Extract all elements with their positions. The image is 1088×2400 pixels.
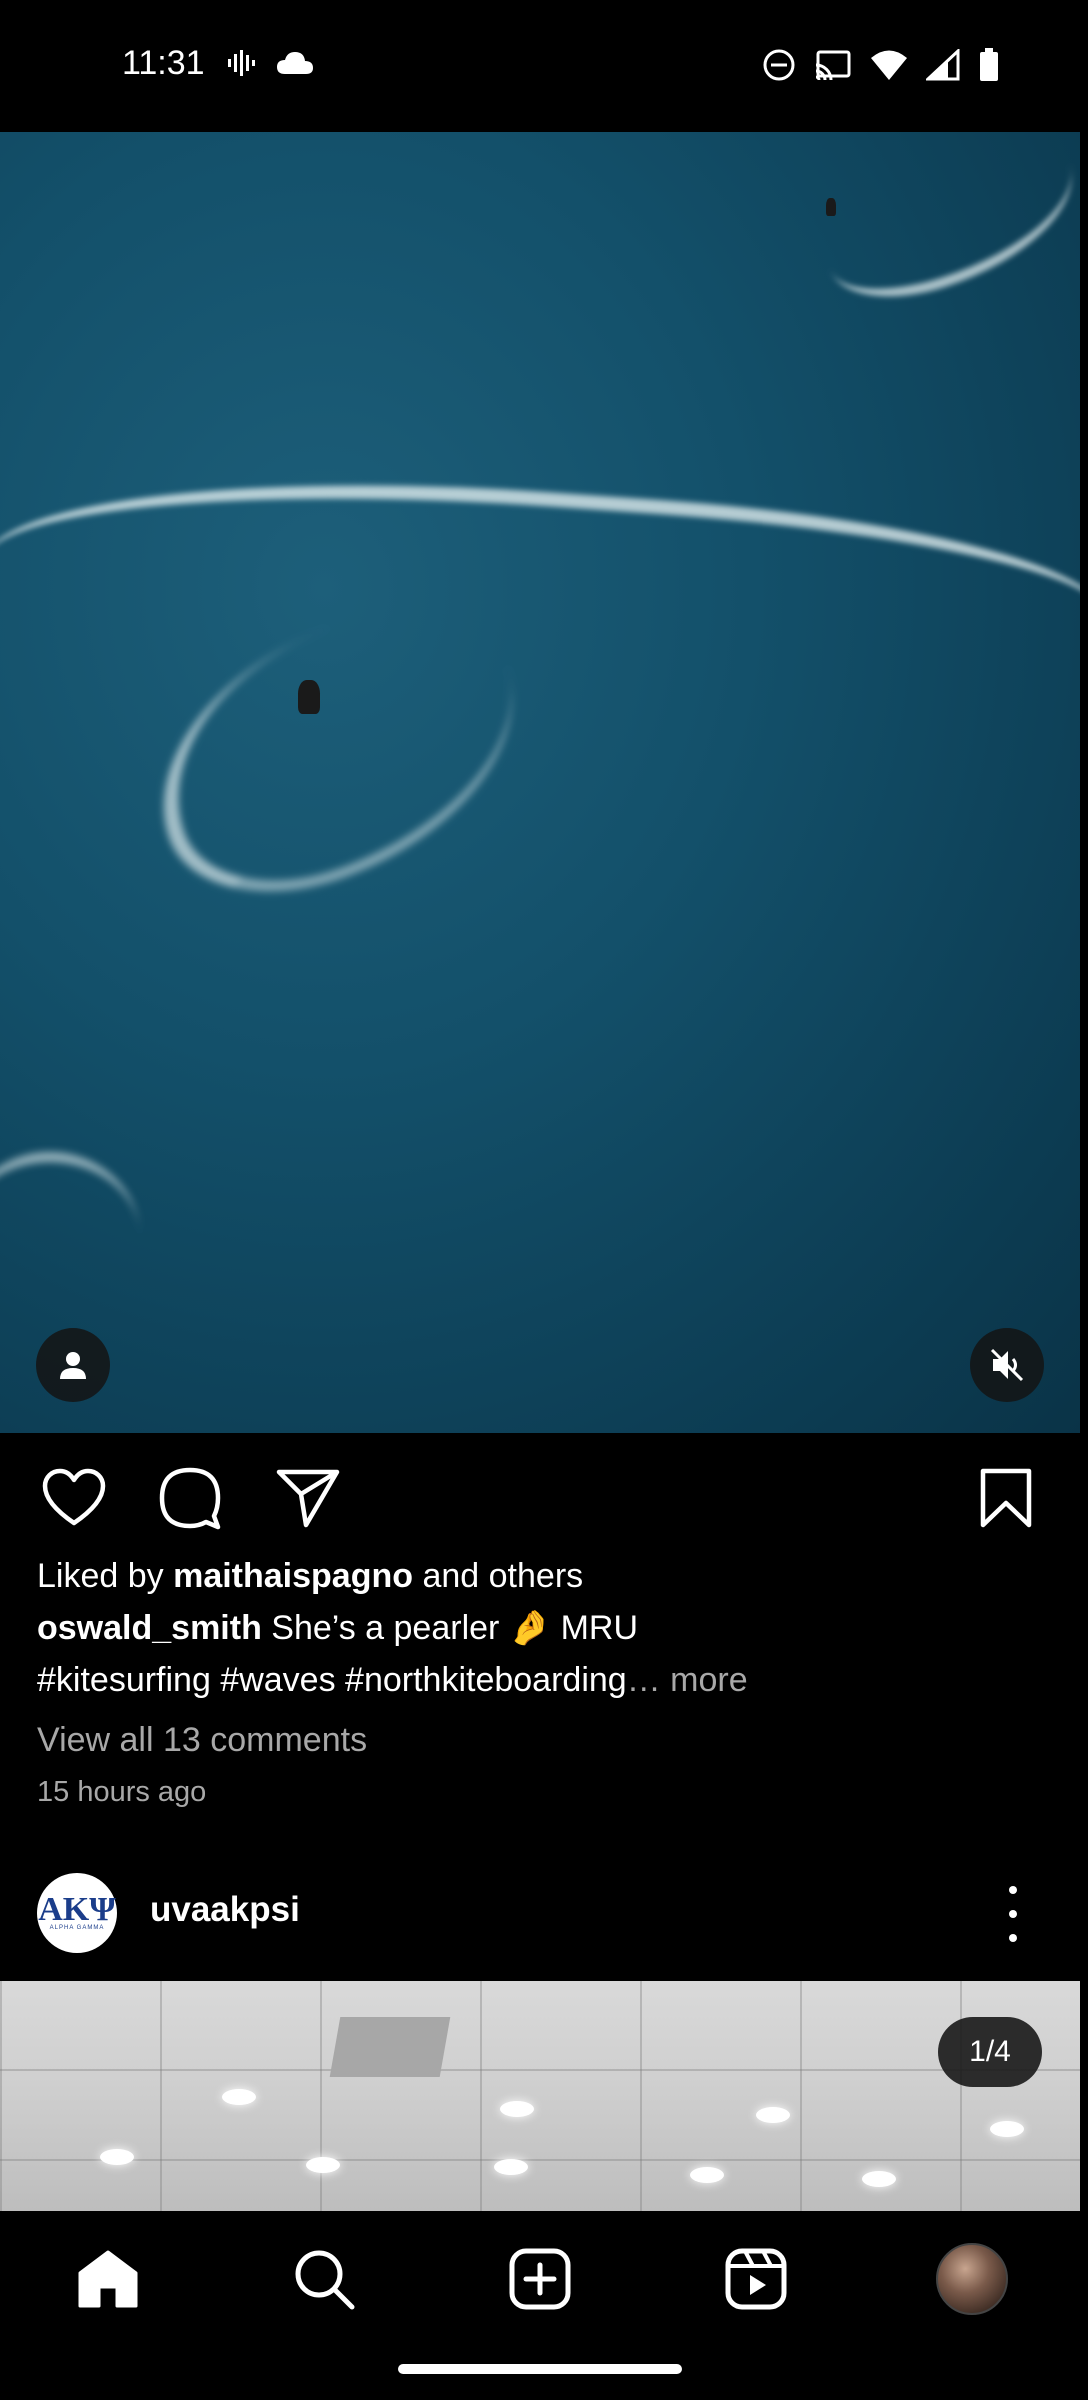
- ceiling-light: [222, 2089, 256, 2105]
- more-dot-icon: [1009, 1886, 1017, 1894]
- wave-crest: [0, 453, 1080, 805]
- ceiling-light: [500, 2101, 534, 2117]
- liked-by-user[interactable]: maithaispagno: [173, 1557, 413, 1595]
- person-icon: [60, 1352, 86, 1379]
- liked-by-line[interactable]: Liked by maithaispagno and others: [37, 1552, 1047, 1604]
- plus-square-icon: [509, 2248, 571, 2310]
- foam: [0, 1152, 140, 1322]
- audio-waveform-icon: [228, 50, 255, 76]
- hashtags[interactable]: #kitesurfing #waves #northkiteboarding: [37, 1661, 627, 1699]
- kitesurfer-distant: [826, 198, 836, 216]
- nav-reels-button[interactable]: [716, 2239, 796, 2319]
- caption-hashtags-line: #kitesurfing #waves #northkiteboarding… …: [37, 1661, 748, 1699]
- post-action-row: [0, 1460, 1088, 1540]
- nav-home-button[interactable]: [68, 2239, 148, 2319]
- cell-signal-icon: [926, 49, 960, 81]
- post-image-carousel[interactable]: 1/4: [0, 1981, 1080, 2211]
- status-bar: 11:31: [0, 0, 1088, 132]
- avatar-logo-text: AKΨ: [38, 1891, 116, 1928]
- muted-speaker-icon: [990, 1348, 1024, 1382]
- carousel-counter: 1/4: [938, 2017, 1042, 2087]
- wave-trail-top: [806, 132, 1080, 319]
- caption-author[interactable]: oswald_smith: [37, 1609, 262, 1647]
- kitesurfer: [298, 680, 320, 714]
- ceiling-light: [990, 2121, 1024, 2137]
- more-link[interactable]: more: [661, 1661, 747, 1699]
- more-dot-icon: [1009, 1910, 1017, 1918]
- profile-avatar: [936, 2243, 1008, 2315]
- ceiling-grid: [0, 1981, 1080, 2211]
- ceiling-light: [306, 2157, 340, 2173]
- ceiling-vent: [329, 2017, 451, 2077]
- do-not-disturb-icon: [763, 49, 795, 81]
- nav-search-button[interactable]: [284, 2239, 364, 2319]
- bookmark-icon: [980, 1468, 1032, 1528]
- wifi-icon: [871, 50, 907, 80]
- comment-button[interactable]: [152, 1460, 228, 1536]
- ceiling-light: [100, 2149, 134, 2165]
- caption-text: She’s a pearler 🤌 MRU: [261, 1609, 639, 1647]
- view-comments-link[interactable]: View all 13 comments: [37, 1716, 1047, 1764]
- nav-create-button[interactable]: [500, 2239, 580, 2319]
- like-button[interactable]: [36, 1460, 112, 1536]
- more-options-button[interactable]: [998, 1886, 1028, 1942]
- ceiling-light: [756, 2107, 790, 2123]
- post-username[interactable]: uvaakpsi: [150, 1890, 300, 1930]
- heart-icon: [42, 1468, 106, 1526]
- reels-icon: [725, 2248, 787, 2310]
- share-button[interactable]: [270, 1460, 346, 1536]
- ceiling-light: [494, 2159, 528, 2175]
- avatar[interactable]: AKΨ ALPHA GAMMA: [37, 1873, 117, 1953]
- cast-icon: [815, 50, 851, 81]
- mute-toggle-button[interactable]: [970, 1328, 1044, 1402]
- user-tags-button[interactable]: [36, 1328, 110, 1402]
- status-time: 11:31: [122, 44, 205, 82]
- home-icon: [78, 2250, 138, 2308]
- ceiling-light: [690, 2167, 724, 2183]
- save-button[interactable]: [968, 1460, 1044, 1536]
- battery-icon: [980, 48, 998, 81]
- avatar-logo-subtext: ALPHA GAMMA: [49, 1925, 105, 1931]
- comment-icon: [159, 1467, 221, 1530]
- caption: oswald_smith She’s a pearler 🤌 MRU: [37, 1604, 1047, 1656]
- paper-plane-icon: [276, 1469, 340, 1528]
- post-caption-area: Liked by maithaispagno and others oswald…: [37, 1552, 1047, 1816]
- nav-profile-button[interactable]: [932, 2239, 1012, 2319]
- search-icon: [295, 2250, 355, 2310]
- more-dot-icon: [1009, 1934, 1017, 1942]
- post-video[interactable]: [0, 132, 1080, 1433]
- post-header: AKΨ ALPHA GAMMA uvaakpsi: [0, 1868, 1088, 1958]
- cloud-icon: [277, 52, 313, 74]
- post-timestamp: 15 hours ago: [37, 1776, 207, 1808]
- ceiling-light: [862, 2171, 896, 2187]
- home-indicator[interactable]: [398, 2364, 682, 2374]
